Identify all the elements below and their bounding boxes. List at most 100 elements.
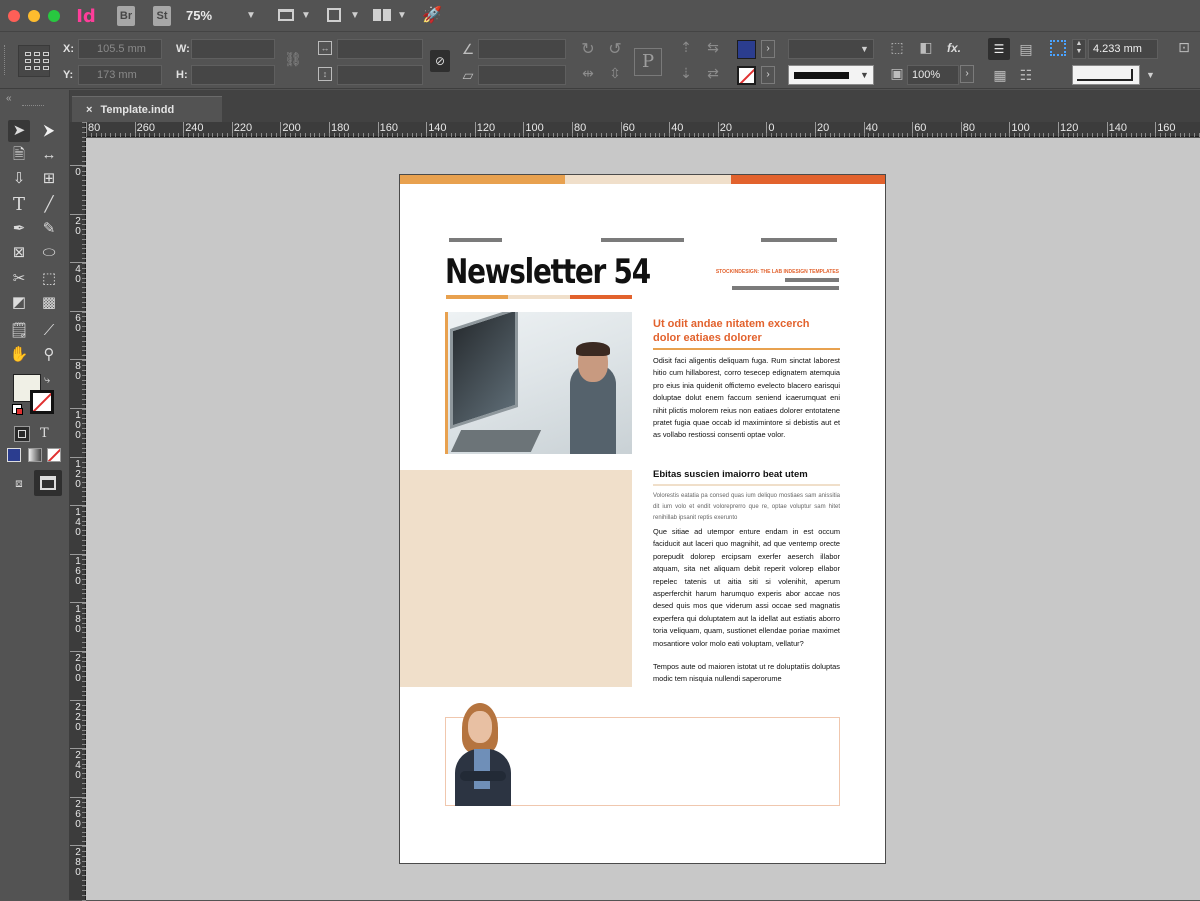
stroke-swatch-menu-button[interactable]: › <box>761 66 775 84</box>
select-next-object-icon[interactable]: ⇄ <box>703 65 723 82</box>
page-tool-icon[interactable]: 🗎 <box>8 144 30 166</box>
view-options-icon[interactable] <box>278 9 294 21</box>
x-position-field[interactable]: 105.5 mm <box>78 39 162 59</box>
note-tool-icon[interactable]: 🗒 <box>8 320 30 342</box>
constrain-proportions-icon[interactable]: ⛓ <box>283 51 303 68</box>
zoom-tool-icon[interactable]: ⚲ <box>38 344 60 366</box>
corner-options-icon[interactable]: ⬚ <box>887 39 907 56</box>
rotate-clockwise-icon[interactable]: ↻ <box>578 39 598 59</box>
document-tab[interactable]: × Template.indd <box>72 96 222 122</box>
gap-tool-icon[interactable]: ↔ <box>38 144 60 166</box>
text-wrap-bounding-icon[interactable]: ▤ <box>1016 41 1036 58</box>
gradient-swatch-tool-icon[interactable]: ◩ <box>8 292 30 314</box>
collapse-panel-icon[interactable]: « <box>6 93 12 104</box>
type-tool-icon[interactable]: T <box>8 194 30 216</box>
effects-button[interactable]: fx. <box>947 41 961 55</box>
article2-body[interactable]: Que sitiae ad utempor enture endam in es… <box>653 526 840 650</box>
y-position-field[interactable]: 173 mm <box>78 65 162 85</box>
content-collector-icon[interactable]: ⇩ <box>8 168 30 190</box>
drop-shadow-icon[interactable]: ◧ <box>916 39 936 56</box>
tools-grip[interactable] <box>22 105 44 106</box>
pencil-tool-icon[interactable]: ✎ <box>38 218 60 240</box>
maximize-window-button[interactable] <box>48 10 60 22</box>
content-placer-icon[interactable]: ⊞ <box>38 168 60 190</box>
panel-grip[interactable] <box>4 45 7 75</box>
select-previous-object-icon[interactable]: ⇆ <box>703 39 723 56</box>
arrange-documents-chevron-icon[interactable]: ▼ <box>397 10 407 21</box>
rotate-counterclockwise-icon[interactable]: ↺ <box>605 39 625 59</box>
formatting-text-icon[interactable]: T <box>40 426 49 441</box>
man-at-computer-image[interactable] <box>448 312 632 454</box>
ellipse-tool-icon[interactable]: ⬭ <box>38 242 60 264</box>
fill-swatch-menu-button[interactable]: › <box>761 40 775 58</box>
line-tool-icon[interactable]: ╱ <box>38 194 60 216</box>
gradient-feather-tool-icon[interactable]: ▩ <box>38 292 60 314</box>
publish-online-icon[interactable]: 🚀 <box>422 5 442 25</box>
opacity-menu-button[interactable]: › <box>960 65 974 83</box>
scale-y-field[interactable] <box>337 65 423 85</box>
rectangle-frame-tool-icon[interactable]: ⊠ <box>8 242 30 264</box>
fill-swatch[interactable] <box>737 40 756 59</box>
vertical-ruler[interactable]: 0 20 40 60 80 100 120 140 160 180 200 220 240 260 280 <box>70 122 86 901</box>
text-wrap-shape-icon[interactable]: ▦ <box>990 67 1010 84</box>
screen-mode-button[interactable] <box>34 470 62 496</box>
stroke-weight-value[interactable]: 4.233 mm <box>1088 39 1158 59</box>
frame-fitting-icon[interactable]: ⊡ <box>1174 39 1194 56</box>
article1-body[interactable]: Odisit faci aligentis deliquam fuga. Rum… <box>653 355 840 442</box>
horizontal-ruler[interactable]: 80 260 240 220 200 180 160 140 120 100 80 60 40 20 0 20… <box>86 122 1200 137</box>
selection-tool-icon[interactable]: ➤ <box>8 120 30 142</box>
screen-mode-icon[interactable] <box>327 8 341 22</box>
stroke-style-chevron-icon[interactable]: ▼ <box>1146 70 1155 80</box>
apply-gradient-icon[interactable] <box>28 448 42 462</box>
select-container-icon[interactable]: ⇡ <box>676 39 696 56</box>
hand-tool-icon[interactable]: ✋ <box>8 344 30 366</box>
stroke-type-chevron-icon[interactable]: ▼ <box>860 70 869 80</box>
document-page[interactable]: Newsletter 54 STOCKINDESIGN: THE LAB IND… <box>399 174 886 864</box>
stroke-alignment-icon[interactable] <box>1050 40 1066 56</box>
zoom-dropdown-chevron-icon[interactable]: ▼ <box>246 10 256 21</box>
shear-angle-field[interactable] <box>478 65 566 85</box>
arrange-documents-icon[interactable] <box>373 9 391 21</box>
view-options-chevron-icon[interactable]: ▼ <box>301 10 311 21</box>
direct-selection-tool-icon[interactable]: ⮞ <box>38 120 60 142</box>
formatting-container-icon[interactable] <box>14 426 30 442</box>
flip-horizontal-icon[interactable]: ⇹ <box>578 65 598 82</box>
article2-intro[interactable]: Volorestis eatatia pa consed quas ium de… <box>653 491 840 523</box>
zoom-level-field[interactable]: 75% <box>186 8 212 23</box>
select-content-icon[interactable]: ⇣ <box>676 65 696 82</box>
stock-button[interactable]: St <box>153 6 171 26</box>
apply-none-icon[interactable] <box>47 448 61 462</box>
tagline[interactable]: STOCKINDESIGN: THE LAB INDESIGN TEMPLATE… <box>689 269 839 275</box>
text-wrap-none-icon[interactable]: ☰ <box>988 38 1010 60</box>
pen-tool-icon[interactable]: ✒ <box>8 218 30 240</box>
swap-fill-stroke-icon[interactable]: ⤷ <box>44 374 50 387</box>
close-tab-icon[interactable]: × <box>86 104 92 116</box>
eyedropper-tool-icon[interactable]: ⟋ <box>38 320 60 342</box>
woman-portrait-image[interactable] <box>450 699 516 806</box>
opacity-field[interactable]: 100% <box>907 65 959 85</box>
apply-color-icon[interactable] <box>7 448 21 462</box>
width-field[interactable] <box>191 39 275 59</box>
stroke-style-dropdown[interactable] <box>1072 65 1140 85</box>
height-field[interactable] <box>191 65 275 85</box>
scissors-tool-icon[interactable]: ✂ <box>8 268 30 290</box>
article1-heading[interactable]: Ut odit andae nitatem excerch dolor eati… <box>653 317 840 345</box>
flip-vertical-icon[interactable]: ⇳ <box>605 65 625 82</box>
rotation-angle-field[interactable] <box>478 39 566 59</box>
normal-view-mode-icon[interactable]: ⧈ <box>8 472 30 494</box>
newsletter-title[interactable]: Newsletter 54 <box>445 252 651 292</box>
bridge-button[interactable]: Br <box>117 6 135 26</box>
scale-x-field[interactable] <box>337 39 423 59</box>
close-window-button[interactable] <box>8 10 20 22</box>
screen-mode-chevron-icon[interactable]: ▼ <box>350 10 360 21</box>
constrain-scale-icon[interactable]: ⊘ <box>430 50 450 72</box>
reference-point-icon[interactable] <box>18 45 50 77</box>
stroke-weight-chevron-icon[interactable]: ▼ <box>860 44 869 54</box>
free-transform-tool-icon[interactable]: ⬚ <box>38 268 60 290</box>
text-wrap-jump-icon[interactable]: ☷ <box>1016 67 1036 84</box>
article2-body-continued[interactable]: Tempos aute od maioren istotat ut re dol… <box>653 661 840 686</box>
stroke-color-swatch[interactable] <box>30 390 54 414</box>
minimize-window-button[interactable] <box>28 10 40 22</box>
stroke-swatch[interactable] <box>737 66 756 85</box>
article2-heading[interactable]: Ebitas suscien imaiorro beat utem <box>653 469 840 481</box>
